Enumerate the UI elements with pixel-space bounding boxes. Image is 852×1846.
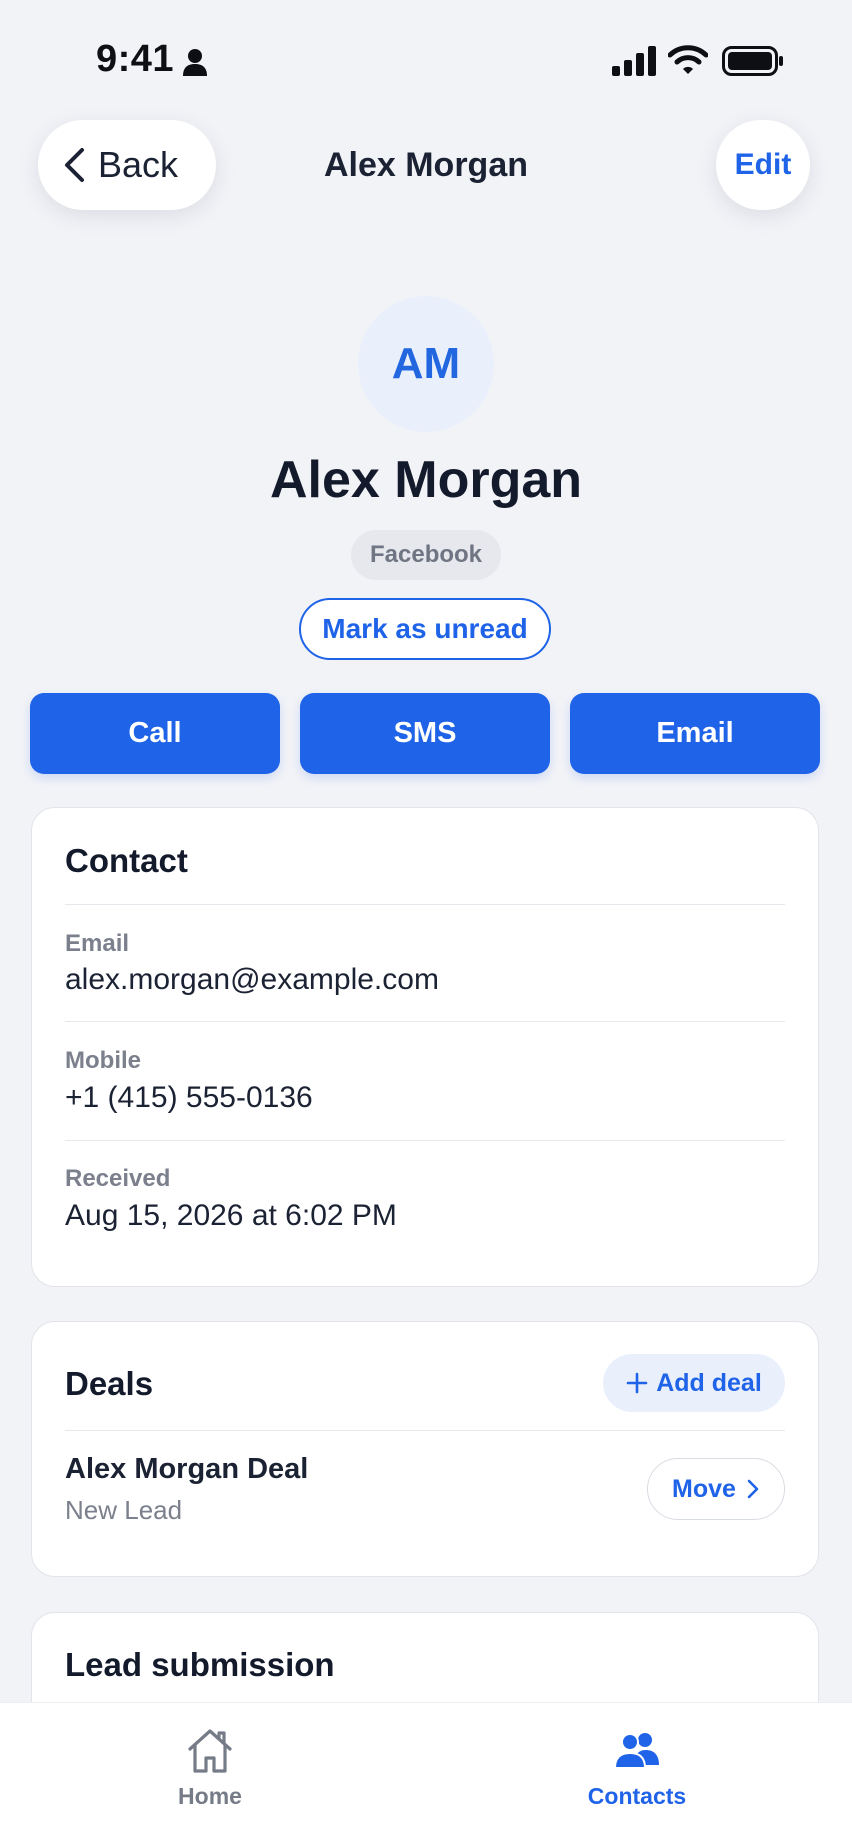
source-badge: Facebook xyxy=(351,530,501,580)
email-button[interactable]: Email xyxy=(570,693,820,774)
mobile-value[interactable]: +1 (415) 555-0136 xyxy=(65,1081,313,1115)
navigation-bar: Alex Morgan Back Edit xyxy=(0,120,852,220)
lead-submission-title: Lead submission xyxy=(65,1646,335,1683)
deal-name[interactable]: Alex Morgan Deal xyxy=(65,1453,308,1486)
status-bar: 9:41 xyxy=(0,0,852,120)
move-label: Move xyxy=(672,1474,736,1503)
wifi-icon xyxy=(668,45,708,74)
chevron-right-icon xyxy=(747,1479,759,1499)
contact-card: Contact Email alex.morgan@example.com Mo… xyxy=(31,807,819,1287)
divider xyxy=(65,1140,785,1141)
avatar: AM xyxy=(358,296,494,432)
mark-as-unread-button[interactable]: Mark as unread xyxy=(299,598,551,660)
divider xyxy=(65,1430,785,1431)
back-label: Back xyxy=(98,144,179,185)
battery-icon xyxy=(722,46,783,76)
contact-card-title: Contact xyxy=(65,842,188,879)
move-deal-button[interactable]: Move xyxy=(647,1458,785,1520)
divider xyxy=(65,904,785,905)
deal-stage: New Lead xyxy=(65,1495,183,1525)
received-label: Received xyxy=(65,1165,171,1192)
contacts-icon xyxy=(613,1733,659,1769)
back-button[interactable]: Back xyxy=(38,120,216,210)
edit-button[interactable]: Edit xyxy=(716,120,810,210)
cellular-signal-icon xyxy=(612,46,656,76)
mobile-label: Mobile xyxy=(65,1047,141,1074)
email-label: Email xyxy=(65,930,130,957)
received-value: Aug 15, 2026 at 6:02 PM xyxy=(65,1199,397,1232)
home-icon xyxy=(188,1729,232,1773)
tab-home-label: Home xyxy=(178,1783,242,1809)
tab-contacts-label: Contacts xyxy=(587,1783,687,1809)
email-value[interactable]: alex.morgan@example.com xyxy=(65,963,439,997)
quick-actions: Call SMS Email xyxy=(30,693,820,774)
chevron-left-icon xyxy=(65,148,84,182)
sms-button[interactable]: SMS xyxy=(300,693,550,774)
add-deal-button[interactable]: Add deal xyxy=(603,1354,785,1412)
add-deal-label: Add deal xyxy=(656,1368,762,1397)
tab-contacts[interactable]: Contacts xyxy=(527,1703,747,1833)
deals-card: Deals Add deal Alex Morgan Deal New Lead… xyxy=(31,1321,819,1577)
contact-name: Alex Morgan xyxy=(269,451,583,509)
tab-home[interactable]: Home xyxy=(100,1703,320,1833)
status-time: 9:41 xyxy=(96,38,175,80)
tab-bar: Home Contacts xyxy=(0,1702,852,1846)
deals-card-title: Deals xyxy=(65,1365,154,1402)
call-button[interactable]: Call xyxy=(30,693,280,774)
person-icon xyxy=(183,49,207,76)
divider xyxy=(65,1021,785,1022)
plus-icon xyxy=(626,1372,648,1394)
